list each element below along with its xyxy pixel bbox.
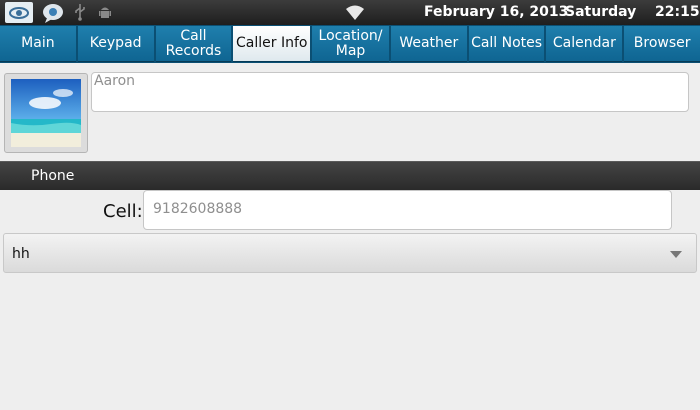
tab-location-map[interactable]: Location/ Map (312, 26, 389, 62)
tab-main[interactable]: Main (0, 26, 76, 62)
tab-call-records-label: Call Records (165, 27, 222, 59)
tab-calendar[interactable]: Calendar (546, 26, 623, 62)
cell-number-value: 9182608888 (153, 201, 243, 217)
phone-type-dropdown[interactable]: hh (3, 233, 697, 273)
contact-photo (11, 79, 81, 147)
cell-number-input[interactable]: 9182608888 (143, 190, 672, 230)
phone-type-value: hh (12, 246, 30, 262)
tab-call-records[interactable]: Call Records (155, 26, 232, 62)
status-bar: February 16, 2013 Saturday 22:15 (0, 0, 700, 25)
tab-bar: Main Keypad Call Records Caller Info Loc… (0, 25, 700, 63)
tab-call-notes[interactable]: Call Notes (468, 26, 545, 62)
dropdown-arrow-icon (670, 251, 682, 258)
chat-bubble-icon (40, 2, 66, 24)
wifi-icon (343, 2, 367, 22)
tab-caller-info[interactable]: Caller Info (233, 26, 311, 62)
app-logo-icon (5, 2, 33, 23)
phone-section-title: Phone (31, 168, 75, 184)
cell-label: Cell: (103, 201, 143, 222)
tab-browser[interactable]: Browser (624, 26, 700, 62)
phone-section-header: Phone (0, 161, 700, 190)
contact-name-value: Aaron (94, 73, 136, 89)
status-time: 22:15 (655, 4, 700, 20)
tab-location-map-label: Location/ Map (318, 27, 383, 59)
status-date: February 16, 2013 (424, 4, 569, 20)
status-day: Saturday (565, 4, 637, 20)
contact-name-input[interactable]: Aaron (91, 72, 689, 112)
contact-photo-button[interactable] (4, 73, 88, 153)
tab-weather[interactable]: Weather (390, 26, 467, 62)
usb-icon (72, 2, 88, 22)
android-icon (97, 2, 113, 22)
tab-keypad[interactable]: Keypad (77, 26, 154, 62)
